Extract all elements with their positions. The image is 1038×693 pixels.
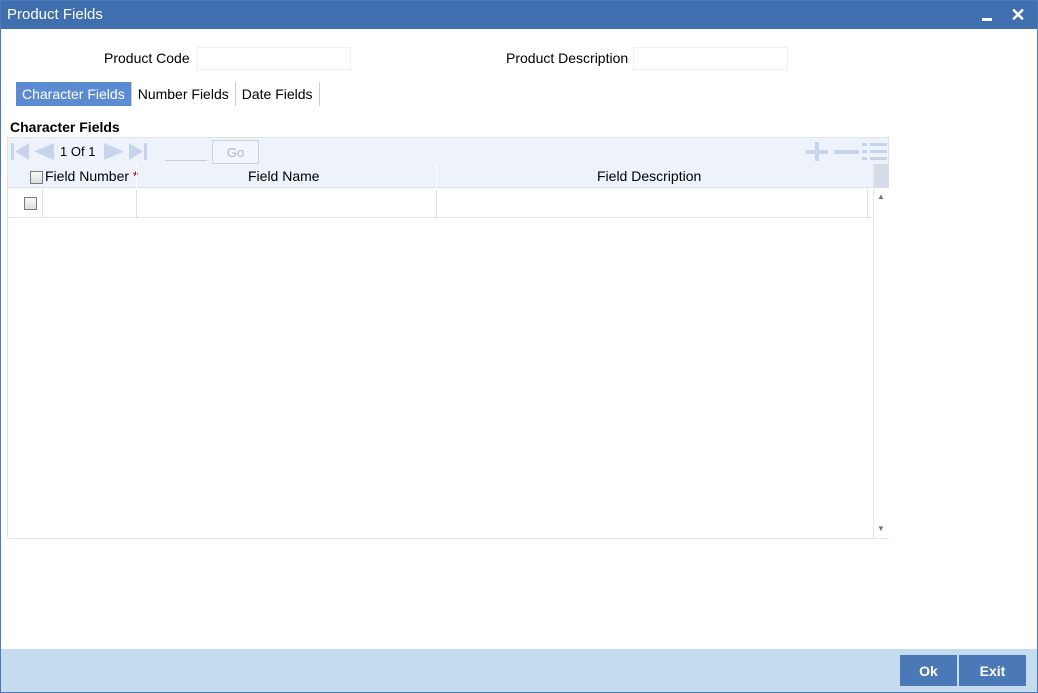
minimize-icon[interactable] [976,1,998,29]
scroll-down-icon[interactable]: ▼ [877,524,885,533]
scroll-up-icon[interactable]: ▲ [877,192,885,201]
of-label: Of [70,144,85,159]
goto-page-input[interactable] [165,141,207,161]
ok-button[interactable]: Ok [900,655,957,686]
tab-date-fields[interactable]: Date Fields [236,82,320,106]
tab-number-fields[interactable]: Number Fields [132,82,236,106]
product-fields-window: Product Fields ✕ Product Code Product De… [0,0,1038,693]
field-number-header-label: Field Number [45,168,130,184]
title-bar: Product Fields ✕ [1,1,1037,29]
table-row [8,189,873,218]
go-button[interactable]: Go [212,140,259,164]
field-description-input[interactable] [437,189,866,217]
grid-header-row: Field Number * Field Name Field Descript… [8,164,873,188]
next-page-icon[interactable] [103,142,125,161]
delete-row-icon[interactable] [834,142,859,161]
select-all-checkbox[interactable] [30,171,43,184]
last-page-icon[interactable] [128,142,148,161]
product-code-label: Product Code [104,50,190,66]
field-number-input[interactable] [43,189,136,217]
column-header-field-number[interactable]: Field Number * [45,164,138,188]
row-checkbox[interactable] [24,197,37,210]
total-pages: 1 [88,144,96,159]
window-title: Product Fields [7,6,103,23]
field-name-input[interactable] [137,189,436,217]
pager-text: 1 Of 1 [60,144,95,159]
close-icon[interactable]: ✕ [1007,1,1029,29]
first-page-icon[interactable] [10,142,30,161]
scrollbar-thumb[interactable] [874,164,889,188]
column-header-field-description[interactable]: Field Description [597,164,701,188]
column-header-field-name[interactable]: Field Name [248,164,320,188]
current-page: 1 [60,144,68,159]
product-description-label: Product Description [506,50,629,66]
product-code-field[interactable] [197,47,351,70]
product-description-field[interactable] [633,47,788,70]
vertical-scrollbar[interactable]: ▲ ▼ [873,164,889,538]
footer-bar: Ok Exit [1,649,1037,692]
previous-page-icon[interactable] [33,142,55,161]
character-fields-grid: 1 Of 1 Go Field Number Field Name Field … [7,137,889,539]
single-view-icon[interactable] [862,142,888,161]
add-row-icon[interactable] [805,142,829,161]
tab-character-fields[interactable]: Character Fields [16,82,132,106]
section-title: Character Fields [10,119,120,135]
grid-toolbar: 1 Of 1 Go [8,138,888,164]
exit-button[interactable]: Exit [959,655,1026,686]
tab-bar: Character Fields Number Fields Date Fiel… [16,82,320,106]
